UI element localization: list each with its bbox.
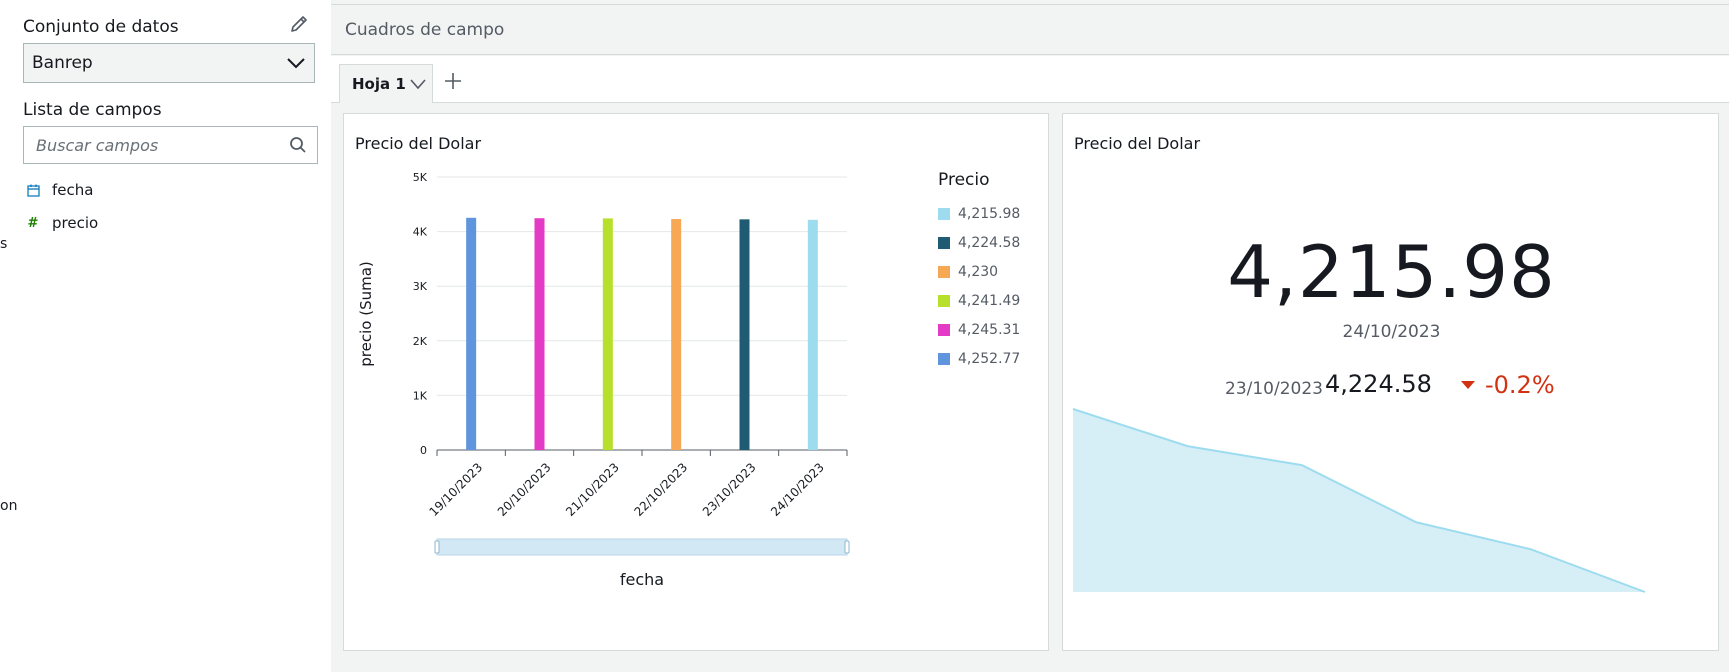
dataset-title: Conjunto de datos bbox=[23, 17, 179, 37]
field-item-precio[interactable]: # precio bbox=[26, 214, 99, 232]
x-axis-title: fecha bbox=[620, 570, 664, 589]
kpi-date: 24/10/2023 bbox=[1342, 322, 1441, 342]
x-tick-label: 23/10/2023 bbox=[700, 460, 759, 519]
field-label: fecha bbox=[52, 181, 94, 199]
legend-swatch bbox=[938, 353, 950, 365]
legend-swatch bbox=[938, 208, 950, 220]
bar bbox=[466, 217, 477, 450]
calendar-icon bbox=[26, 183, 40, 197]
legend-label: 4,224.58 bbox=[958, 235, 1021, 251]
legend-item[interactable]: 4,224.58 bbox=[938, 235, 1020, 251]
bar-chart: 0 1K 2K 3K 4K 5K 19/10/2023 20/10/2023 21/10/202… bbox=[357, 171, 850, 589]
range-handle-right bbox=[844, 540, 850, 554]
range-handle-left bbox=[434, 540, 440, 554]
legend-label: 4,245.31 bbox=[958, 322, 1021, 338]
x-tick-label: 19/10/2023 bbox=[426, 460, 485, 519]
kpi-delta-value: -0.2% bbox=[1485, 371, 1555, 399]
x-tick-label: 24/10/2023 bbox=[768, 460, 827, 519]
hash-icon: # bbox=[27, 215, 39, 231]
field-wells-header[interactable]: Cuadros de campo bbox=[331, 5, 1729, 55]
add-sheet-icon[interactable] bbox=[442, 70, 464, 92]
y-tick-label: 5K bbox=[413, 171, 428, 184]
bar bbox=[602, 218, 613, 450]
x-tick-label: 21/10/2023 bbox=[563, 460, 622, 519]
legend-swatch bbox=[938, 295, 950, 307]
field-search[interactable] bbox=[23, 126, 318, 164]
legend-label: 4,241.49 bbox=[958, 293, 1021, 309]
y-tick-label: 3K bbox=[413, 280, 428, 293]
chevron-down-icon[interactable] bbox=[410, 78, 426, 90]
x-tick-label: 20/10/2023 bbox=[495, 460, 554, 519]
y-tick-label: 2K bbox=[413, 335, 428, 348]
legend-label: 4,215.98 bbox=[958, 206, 1021, 222]
legend-label: 4,230 bbox=[958, 264, 999, 280]
y-tick-label: 4K bbox=[413, 226, 428, 239]
analysis-workspace: Cuadros de campo Hoja 1 Precio del Dolar… bbox=[331, 0, 1729, 672]
legend-swatch bbox=[938, 266, 950, 278]
bar bbox=[534, 218, 545, 450]
caret-down-icon bbox=[1461, 381, 1475, 389]
legend-label: 4,252.77 bbox=[958, 351, 1021, 367]
legend-title: Precio bbox=[938, 170, 990, 190]
field-item-fecha[interactable]: fecha bbox=[26, 181, 93, 199]
tab-label: Hoja 1 bbox=[352, 75, 406, 93]
search-icon[interactable] bbox=[289, 136, 307, 154]
y-axis-title: precio (Suma) bbox=[357, 261, 375, 366]
kpi-compare-date: 23/10/2023 bbox=[1225, 379, 1323, 399]
legend-swatch bbox=[938, 237, 950, 249]
dataset-selected-value: Banrep bbox=[32, 53, 93, 73]
sheet-tab-bar: Hoja 1 bbox=[331, 56, 1729, 103]
tab-hoja-1[interactable]: Hoja 1 bbox=[339, 64, 433, 103]
range-scrollbar bbox=[436, 538, 848, 556]
legend-item[interactable]: 4,245.31 bbox=[938, 322, 1020, 338]
field-list-title: Lista de campos bbox=[23, 100, 162, 120]
chevron-down-icon bbox=[287, 58, 305, 69]
kpi-delta: -0.2% bbox=[1461, 371, 1555, 399]
kpi-visual[interactable]: Precio del Dolar 4,215.98 24/10/2023 23/… bbox=[1062, 113, 1719, 651]
search-input[interactable] bbox=[36, 135, 276, 155]
legend-item[interactable]: 4,252.77 bbox=[938, 351, 1020, 367]
legend-swatch bbox=[938, 324, 950, 336]
bar bbox=[807, 219, 818, 450]
y-tick-label: 0 bbox=[420, 444, 427, 457]
pencil-icon[interactable] bbox=[288, 13, 310, 35]
bar bbox=[671, 219, 682, 450]
legend-item[interactable]: 4,215.98 bbox=[938, 206, 1020, 222]
kpi-value: 4,215.98 bbox=[1227, 230, 1556, 314]
bar-chart-visual[interactable]: Precio del Dolar 0 1K 2K 3K 4K 5K 19/10/2023 20… bbox=[343, 113, 1049, 651]
data-panel: s on Conjunto de datos Banrep Lista de c… bbox=[0, 0, 331, 672]
field-wells-label: Cuadros de campo bbox=[345, 19, 505, 40]
legend-item[interactable]: 4,241.49 bbox=[938, 293, 1020, 309]
x-tick-label: 22/10/2023 bbox=[631, 460, 690, 519]
kpi-compare-value: 4,224.58 bbox=[1325, 370, 1432, 398]
dataset-select[interactable]: Banrep bbox=[23, 43, 315, 83]
bar bbox=[739, 219, 750, 450]
clipped-text-fragment: on bbox=[0, 498, 18, 514]
y-tick-label: 1K bbox=[413, 389, 428, 402]
clipped-text-fragment: s bbox=[0, 236, 8, 252]
field-label: precio bbox=[52, 214, 99, 232]
legend-item[interactable]: 4,230 bbox=[938, 264, 998, 280]
